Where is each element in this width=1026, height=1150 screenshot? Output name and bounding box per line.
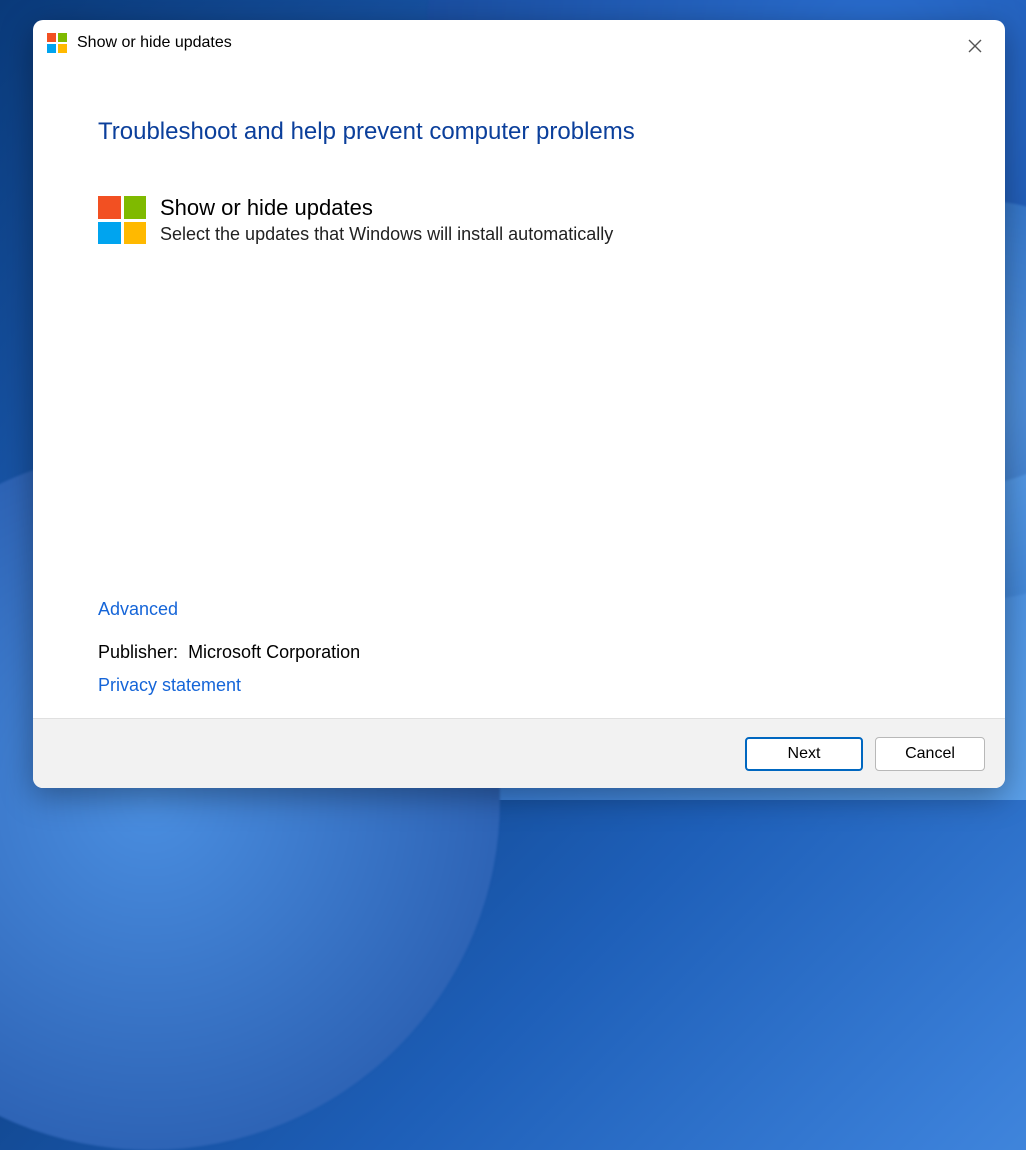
item-title: Show or hide updates xyxy=(160,194,613,222)
item-description: Select the updates that Windows will ins… xyxy=(160,222,613,246)
publisher-row: Publisher: Microsoft Corporation xyxy=(98,642,360,663)
microsoft-logo-icon xyxy=(98,196,146,244)
dialog-footer: Next Cancel xyxy=(33,718,1005,788)
page-heading: Troubleshoot and help prevent computer p… xyxy=(98,118,940,146)
dialog-header: Show or hide updates xyxy=(33,20,1005,66)
troubleshooter-dialog: Show or hide updates Troubleshoot and he… xyxy=(33,20,1005,788)
publisher-value: Microsoft Corporation xyxy=(188,642,360,662)
window-title: Show or hide updates xyxy=(77,34,232,52)
privacy-statement-link[interactable]: Privacy statement xyxy=(98,675,360,696)
content-area: Troubleshoot and help prevent computer p… xyxy=(33,66,1005,718)
close-button[interactable] xyxy=(961,32,989,60)
publisher-label: Publisher: xyxy=(98,642,178,662)
close-icon xyxy=(968,39,982,53)
cancel-button[interactable]: Cancel xyxy=(875,737,985,771)
next-button[interactable]: Next xyxy=(745,737,863,771)
troubleshooter-item: Show or hide updates Select the updates … xyxy=(98,194,940,246)
microsoft-logo-icon xyxy=(47,33,67,53)
troubleshooter-item-text: Show or hide updates Select the updates … xyxy=(160,194,613,246)
advanced-link[interactable]: Advanced xyxy=(98,599,178,620)
bottom-links: Advanced Publisher: Microsoft Corporatio… xyxy=(98,599,360,696)
